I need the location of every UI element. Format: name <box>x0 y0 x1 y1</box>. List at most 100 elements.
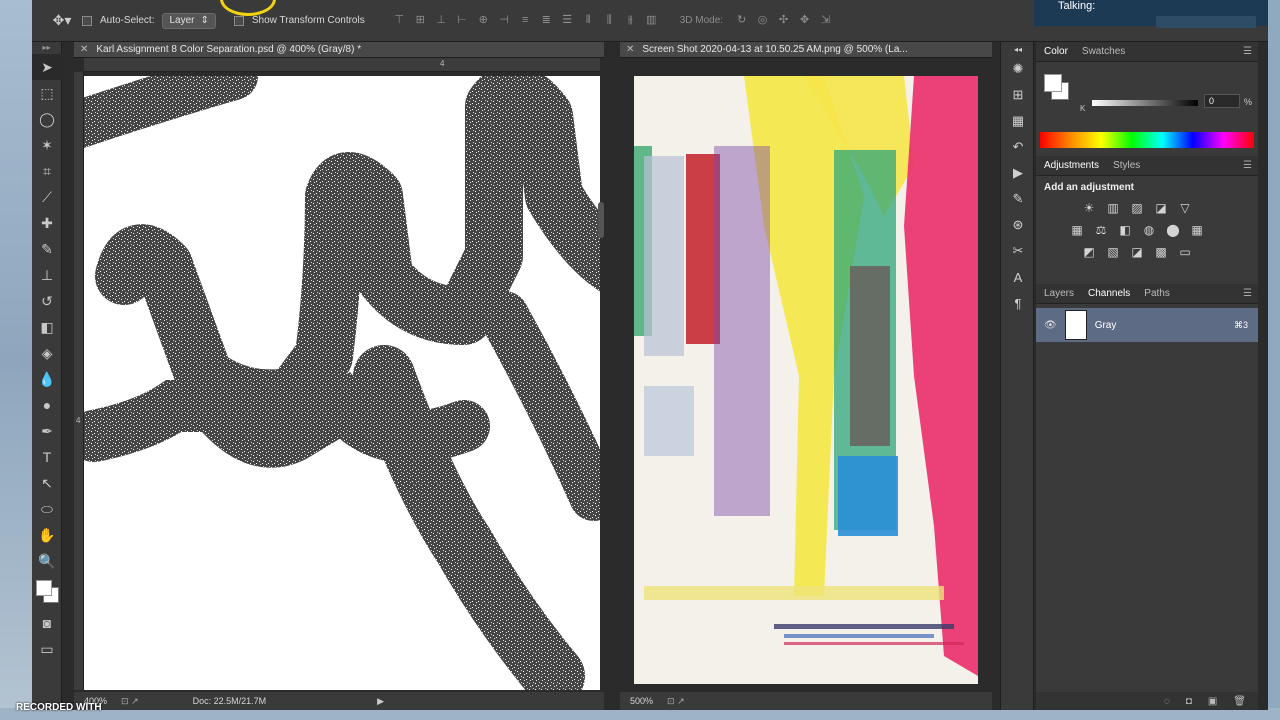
foreground-color-swatch[interactable] <box>1044 74 1062 92</box>
character-panel-icon[interactable]: A <box>1001 264 1035 290</box>
workspace-dropdown[interactable] <box>1156 16 1256 28</box>
brush-tool-icon[interactable]: ✎ <box>32 236 62 262</box>
canvas-screenshot[interactable] <box>634 76 978 684</box>
canvas-karl[interactable] <box>84 76 600 690</box>
levels-icon[interactable]: ▥ <box>1106 201 1120 215</box>
collapse-arrows-icon[interactable]: ◂◂ <box>1001 42 1035 56</box>
history-brush-tool-icon[interactable]: ↺ <box>32 288 62 314</box>
tab-channels[interactable]: Channels <box>1088 288 1130 299</box>
clone-source-icon[interactable]: ⊛ <box>1001 212 1035 238</box>
drag-3d-icon[interactable]: ✣ <box>777 14 790 27</box>
3d-panel-icon[interactable]: ✺ <box>1001 56 1035 82</box>
move-tool-icon[interactable]: ✥▾ <box>50 11 74 31</box>
tab-screenshot[interactable]: ✕ Screen Shot 2020-04-13 at 10.50.25 AM.… <box>620 42 992 58</box>
ellipse-tool-icon[interactable]: ⬭ <box>32 496 62 522</box>
selective-color-icon[interactable]: ▩ <box>1154 245 1168 259</box>
panel-menu-icon[interactable]: ☰ <box>1243 160 1252 171</box>
color-spectrum[interactable] <box>1040 132 1254 148</box>
distribute-left-icon[interactable]: ⫴ <box>582 14 595 27</box>
align-vcenter-icon[interactable]: ⊞ <box>414 14 427 27</box>
foreground-color-swatch[interactable] <box>36 580 52 596</box>
distribute-right-icon[interactable]: ⫵ <box>624 14 637 27</box>
posterize-icon[interactable]: ▧ <box>1106 245 1120 259</box>
blur-tool-icon[interactable]: 💧 <box>32 366 62 392</box>
tab-adjustments[interactable]: Adjustments <box>1044 160 1099 171</box>
tab-karl-assignment[interactable]: ✕ Karl Assignment 8 Color Separation.psd… <box>74 42 604 58</box>
actions-panel-icon[interactable]: ▶ <box>1001 160 1035 186</box>
gradient-map-icon[interactable]: ▭ <box>1178 245 1192 259</box>
scale-3d-icon[interactable]: ⇲ <box>819 14 832 27</box>
distribute-bottom-icon[interactable]: ☰ <box>561 14 574 27</box>
tab-swatches[interactable]: Swatches <box>1082 46 1125 57</box>
measurement-panel-icon[interactable]: ⊞ <box>1001 82 1035 108</box>
play-icon[interactable]: ▶ <box>377 696 384 707</box>
align-left-icon[interactable]: ⊢ <box>456 14 469 27</box>
magic-wand-tool-icon[interactable]: ✶ <box>32 132 62 158</box>
close-icon[interactable]: ✕ <box>80 44 88 55</box>
zoom-tool-icon[interactable]: 🔍 <box>32 548 62 574</box>
save-selection-icon[interactable]: ◘ <box>1186 696 1192 707</box>
tool-presets-icon[interactable]: ✂ <box>1001 238 1035 264</box>
clone-stamp-tool-icon[interactable]: ⊥ <box>32 262 62 288</box>
pen-tool-icon[interactable]: ✒ <box>32 418 62 444</box>
color-balance-icon[interactable]: ⚖ <box>1094 223 1108 237</box>
tab-layers[interactable]: Layers <box>1044 288 1074 299</box>
align-hcenter-icon[interactable]: ⊕ <box>477 14 490 27</box>
paint-bucket-tool-icon[interactable]: ◈ <box>32 340 62 366</box>
auto-select-dropdown[interactable]: Layer ⇕ <box>162 12 216 29</box>
eraser-tool-icon[interactable]: ◧ <box>32 314 62 340</box>
close-icon[interactable]: ✕ <box>626 44 634 55</box>
healing-brush-tool-icon[interactable]: ✚ <box>32 210 62 236</box>
threshold-icon[interactable]: ◪ <box>1130 245 1144 259</box>
auto-align-icon[interactable]: ▥ <box>645 14 658 27</box>
trash-icon[interactable]: 🗑 <box>1233 696 1246 707</box>
black-white-icon[interactable]: ◧ <box>1118 223 1132 237</box>
invert-icon[interactable]: ◩ <box>1082 245 1096 259</box>
color-lookup-icon[interactable]: ▦ <box>1190 223 1204 237</box>
curves-icon[interactable]: ▨ <box>1130 201 1144 215</box>
zoom-level[interactable]: 500% <box>630 696 653 706</box>
marquee-tool-icon[interactable]: ⬚ <box>32 80 62 106</box>
channel-row-gray[interactable]: 👁 Gray ⌘3 <box>1036 308 1258 342</box>
roll-3d-icon[interactable]: ◎ <box>756 14 769 27</box>
channel-mixer-icon[interactable]: ⬤ <box>1166 223 1180 237</box>
vertical-scrollbar[interactable] <box>598 202 604 238</box>
new-channel-icon[interactable]: ▣ <box>1208 696 1217 707</box>
hand-tool-icon[interactable]: ✋ <box>32 522 62 548</box>
auto-select-checkbox[interactable] <box>82 15 92 26</box>
rotate-3d-icon[interactable]: ↻ <box>735 14 748 27</box>
hue-saturation-icon[interactable]: ▦ <box>1070 223 1084 237</box>
panel-menu-icon[interactable]: ☰ <box>1243 288 1252 299</box>
k-slider[interactable] <box>1092 100 1198 106</box>
photo-filter-icon[interactable]: ◍ <box>1142 223 1156 237</box>
lasso-tool-icon[interactable]: ◯ <box>32 106 62 132</box>
collapse-arrows-icon[interactable]: ▸▸ <box>32 42 61 54</box>
path-selection-tool-icon[interactable]: ↖ <box>32 470 62 496</box>
load-selection-icon[interactable]: ◌ <box>1164 696 1170 707</box>
align-bottom-icon[interactable]: ⊥ <box>435 14 448 27</box>
align-top-icon[interactable]: ⊤ <box>393 14 406 27</box>
paragraph-panel-icon[interactable]: ¶ <box>1001 290 1035 316</box>
distribute-top-icon[interactable]: ≡ <box>519 14 532 27</box>
k-value-input[interactable]: 0 <box>1204 94 1240 108</box>
tab-styles[interactable]: Styles <box>1113 160 1140 171</box>
status-icons[interactable]: ⊡ ↗ <box>121 696 139 707</box>
eyedropper-tool-icon[interactable]: ⟋ <box>32 184 62 210</box>
status-icons[interactable]: ⊡ ↗ <box>667 696 685 707</box>
panel-menu-icon[interactable]: ☰ <box>1243 46 1252 57</box>
brush-presets-icon[interactable]: ✎ <box>1001 186 1035 212</box>
align-right-icon[interactable]: ⊣ <box>498 14 511 27</box>
crop-tool-icon[interactable]: ⌗ <box>32 158 62 184</box>
brightness-icon[interactable]: ☀ <box>1082 201 1096 215</box>
distribute-hcenter-icon[interactable]: ⫼ <box>603 14 616 27</box>
move-tool-icon[interactable]: ➤ <box>32 54 62 80</box>
show-transform-checkbox[interactable] <box>233 15 244 26</box>
history-panel-icon[interactable]: ↶ <box>1001 134 1035 160</box>
vibrance-icon[interactable]: ▽ <box>1178 201 1192 215</box>
slide-3d-icon[interactable]: ✥ <box>798 14 811 27</box>
exposure-icon[interactable]: ◪ <box>1154 201 1168 215</box>
distribute-vcenter-icon[interactable]: ≣ <box>540 14 553 27</box>
timeline-panel-icon[interactable]: ▦ <box>1001 108 1035 134</box>
quick-mask-icon[interactable]: ◙ <box>32 610 62 636</box>
tab-color[interactable]: Color <box>1044 46 1068 57</box>
